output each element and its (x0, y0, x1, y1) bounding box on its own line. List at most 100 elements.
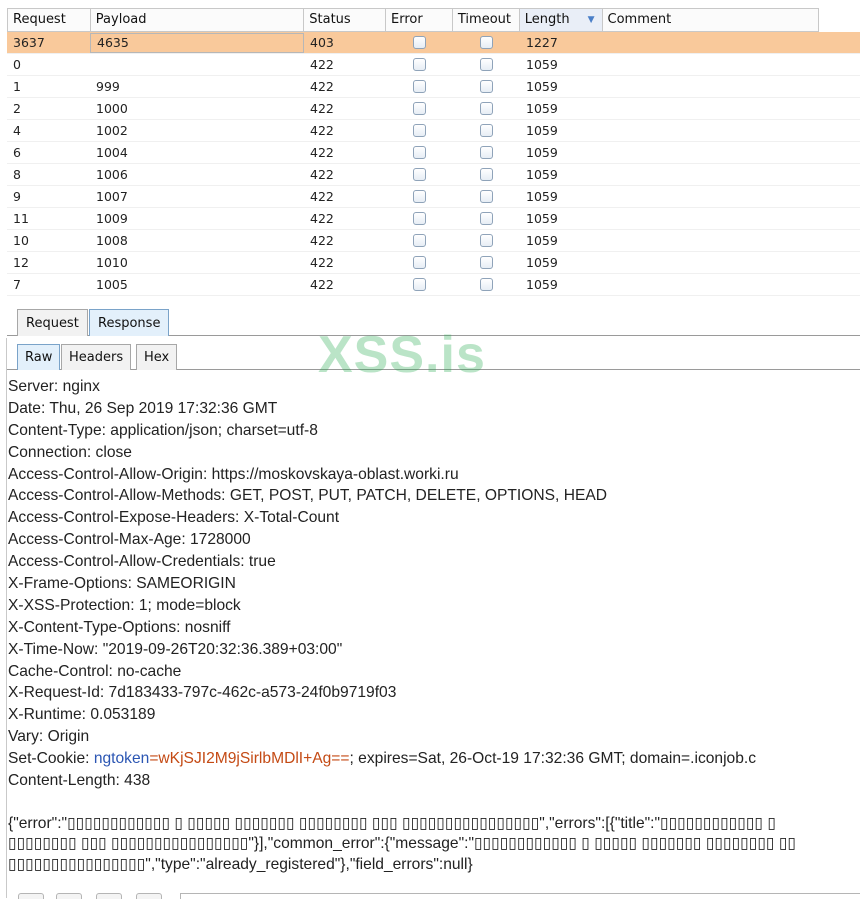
cell-length: 1059 (526, 57, 558, 72)
cell-comment (603, 274, 860, 295)
body-line: ▯▯▯▯▯▯▯▯ ▯▯▯ ▯▯▯▯▯▯▯▯▯▯▯▯▯▯▯▯"}],"common… (8, 835, 796, 853)
cell-length: 1059 (526, 145, 558, 160)
cell-payload: 999 (96, 79, 120, 94)
column-header-error[interactable]: Error (386, 9, 453, 31)
set-cookie-suffix: ; expires=Sat, 26-Oct-19 17:32:36 GMT; d… (349, 750, 757, 768)
header-line: Connection: close (8, 443, 132, 461)
table-row[interactable]: 2 1000 422 1059 (7, 98, 860, 120)
cell-status: 422 (310, 145, 334, 160)
header-line: X-XSS-Protection: 1; mode=block (8, 596, 241, 614)
cell-length: 1059 (526, 255, 558, 270)
cell-length: 1059 (526, 123, 558, 138)
body-line: {"error":"▯▯▯▯▯▯▯▯▯▯▯▯ ▯ ▯▯▯▯▯ ▯▯▯▯▯▯▯ ▯… (8, 814, 776, 832)
cell-timeout (453, 274, 520, 295)
checkbox-icon (480, 256, 493, 269)
header-line: Access-Control-Allow-Origin: https://mos… (8, 465, 459, 483)
cell-comment (603, 142, 860, 163)
header-line: Access-Control-Allow-Credentials: true (8, 553, 276, 571)
table-row[interactable]: 1 999 422 1059 (7, 76, 860, 98)
cell-payload: 1004 (96, 145, 128, 160)
column-header-length[interactable]: Length ▼ (519, 9, 603, 31)
cell-error (386, 32, 453, 53)
cell-error (386, 120, 453, 141)
panel-border (6, 338, 7, 898)
cell-payload: 1002 (96, 123, 128, 138)
cell-request: 10 (13, 233, 29, 248)
table-row[interactable]: 12 1010 422 1059 (7, 252, 860, 274)
header-line: X-Content-Type-Options: nosniff (8, 618, 231, 636)
checkbox-icon (413, 146, 426, 159)
cell-status: 422 (310, 211, 334, 226)
cell-length: 1227 (526, 35, 558, 50)
checkbox-icon (413, 168, 426, 181)
cell-comment (603, 230, 860, 251)
cell-timeout (453, 54, 520, 75)
tab-hex[interactable]: Hex (136, 344, 178, 370)
header-line: Access-Control-Expose-Headers: X-Total-C… (8, 509, 340, 527)
column-header-request[interactable]: Request (8, 9, 91, 31)
cell-status: 403 (310, 35, 334, 50)
header-line: Server: nginx (8, 378, 100, 395)
previous-button[interactable] (56, 893, 82, 899)
column-header-status[interactable]: Status (304, 9, 387, 31)
table-row[interactable]: 4 1002 422 1059 (7, 120, 860, 142)
table-row[interactable]: 10 1008 422 1059 (7, 230, 860, 252)
table-row[interactable]: 11 1009 422 1059 (7, 208, 860, 230)
cell-comment (603, 32, 860, 53)
table-row[interactable]: 8 1006 422 1059 (7, 164, 860, 186)
table-row[interactable]: 6 1004 422 1059 (7, 142, 860, 164)
results-table: Request Payload Status Error Timeout Len… (0, 8, 860, 298)
column-header-timeout[interactable]: Timeout (453, 9, 520, 31)
table-row[interactable]: 3637 4635 403 1227 (7, 32, 860, 54)
tab-request[interactable]: Request (17, 309, 88, 336)
column-header-payload[interactable]: Payload (91, 9, 305, 31)
cell-request: 3637 (13, 35, 45, 50)
cell-status: 422 (310, 57, 334, 72)
cell-length: 1059 (526, 277, 558, 292)
add-button[interactable] (96, 893, 122, 899)
checkbox-icon (413, 80, 426, 93)
cell-timeout (453, 142, 520, 163)
cell-length: 1059 (526, 189, 558, 204)
header-line: X-Request-Id: 7d183433-797c-462c-a573-24… (8, 684, 397, 702)
checkbox-icon (413, 190, 426, 203)
checkbox-icon (413, 256, 426, 269)
checkbox-icon (480, 234, 493, 247)
help-button[interactable] (18, 893, 44, 899)
tab-headers[interactable]: Headers (61, 344, 132, 370)
cell-request: 9 (13, 189, 21, 204)
cell-comment (603, 164, 860, 185)
next-button[interactable] (136, 893, 162, 899)
cell-timeout (453, 252, 520, 273)
body-line: ▯▯▯▯▯▯▯▯▯▯▯▯▯▯▯▯","type":"already_regist… (8, 855, 473, 873)
tab-raw[interactable]: Raw (17, 344, 61, 370)
cell-comment (603, 120, 860, 141)
cell-status: 422 (310, 101, 334, 116)
header-line: Access-Control-Allow-Methods: GET, POST,… (8, 487, 608, 505)
checkbox-icon (480, 124, 493, 137)
search-input[interactable] (180, 893, 860, 899)
header-line: X-Time-Now: "2019-09-26T20:32:36.389+03:… (8, 640, 343, 658)
cell-error (386, 142, 453, 163)
response-viewer[interactable]: Server: nginx Date: Thu, 26 Sep 2019 17:3… (8, 376, 860, 888)
cell-status: 422 (310, 233, 334, 248)
cell-timeout (453, 98, 520, 119)
column-header-comment[interactable]: Comment (603, 9, 818, 31)
cell-error (386, 230, 453, 251)
cell-payload: 1009 (96, 211, 128, 226)
table-row[interactable]: 7 1005 422 1059 (7, 274, 860, 296)
table-row[interactable]: 9 1007 422 1059 (7, 186, 860, 208)
table-row[interactable]: 0 422 1059 (7, 54, 860, 76)
cell-payload: 1005 (96, 277, 128, 292)
cookie-name: ngtoken (93, 750, 150, 768)
cell-length: 1059 (526, 211, 558, 226)
tab-response[interactable]: Response (89, 309, 170, 336)
cell-error (386, 76, 453, 97)
checkbox-icon (413, 124, 426, 137)
checkbox-icon (480, 146, 493, 159)
cell-timeout (453, 186, 520, 207)
checkbox-icon (480, 80, 493, 93)
cell-comment (603, 208, 860, 229)
cell-comment (603, 252, 860, 273)
